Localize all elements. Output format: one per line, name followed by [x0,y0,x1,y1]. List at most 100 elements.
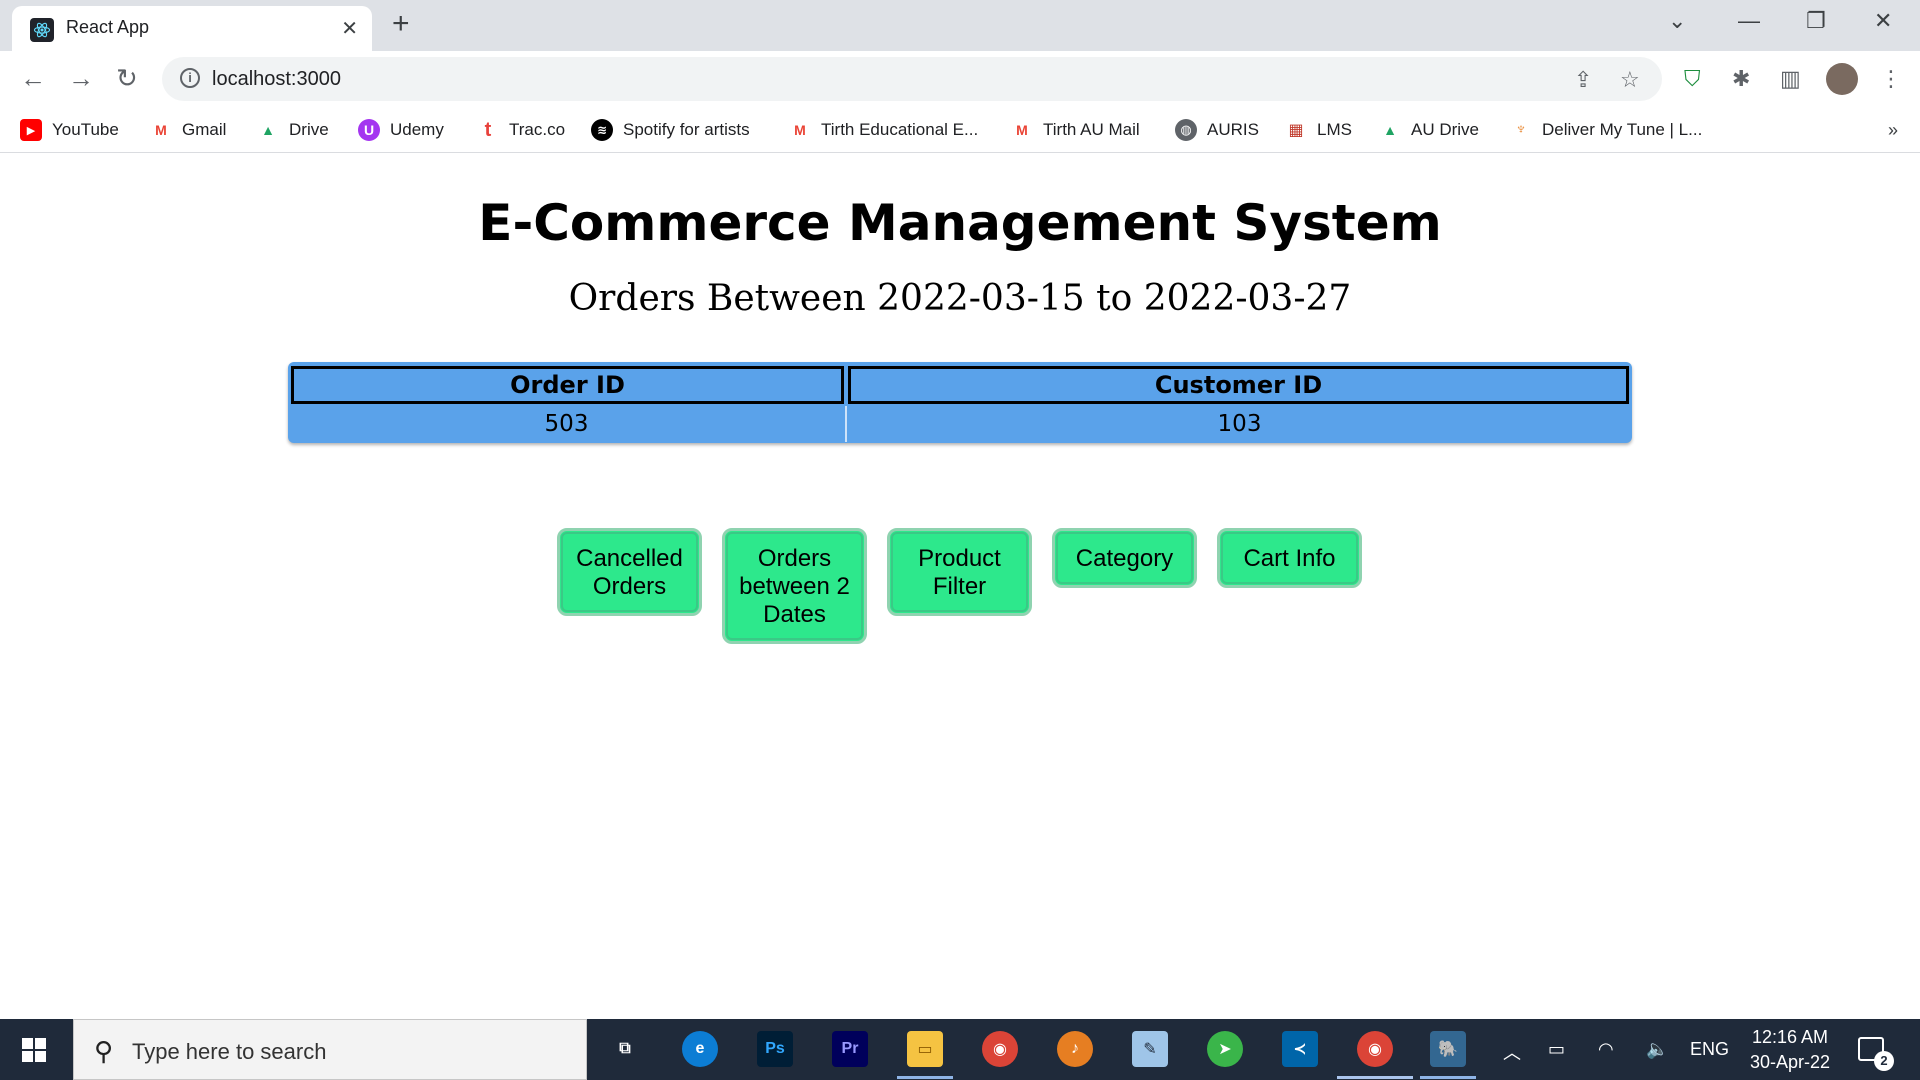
react-icon [30,18,54,42]
photoshop-icon[interactable]: Ps [757,1031,793,1067]
lms-icon: ▦ [1288,122,1304,139]
column-header-order-id: Order ID [291,366,844,404]
edge-icon[interactable]: e [682,1031,718,1067]
bookmark-tirth-educational[interactable]: M Tirth Educational E... [789,116,978,144]
bookmark-label: Tirth AU Mail [1043,120,1140,139]
postgresql-running-indicator [1420,1076,1476,1079]
spotify-icon: ≋ [591,119,613,141]
postgresql-icon[interactable]: 🐘 [1430,1031,1466,1067]
tab-strip: React App ✕ + ⌄ — ❐ ✕ [0,0,1920,51]
notes-app-icon[interactable]: ✎ [1132,1031,1168,1067]
bookmark-label: Udemy [390,120,444,139]
url-text[interactable]: localhost:3000 [212,68,341,91]
trac-icon: t [484,118,492,141]
product-filter-button[interactable]: Product Filter [887,528,1032,616]
forward-icon[interactable]: → [68,63,94,93]
bookmark-label: AU Drive [1411,120,1480,139]
action-buttons: Cancelled Orders Orders between 2 Dates … [557,528,1362,644]
search-input[interactable]: Type here to search [132,1039,326,1065]
restore-icon[interactable]: ❐ [1806,8,1826,34]
share-icon[interactable]: ⇪ [1574,67,1592,93]
orders-table: Order ID Customer ID 503 103 [288,362,1632,443]
clock-time: 12:16 AM [1751,1027,1829,1047]
bookmark-lms[interactable]: ▦ LMS [1285,116,1352,144]
udemy-icon: U [358,119,380,141]
volume-icon[interactable]: 🔈 [1646,1039,1668,1060]
language-indicator[interactable]: ENG [1690,1039,1729,1060]
drive-icon: ▲ [1383,122,1397,138]
minimize-icon[interactable]: — [1738,8,1760,34]
gmail-icon: M [1016,122,1028,138]
chrome-icon[interactable]: ◉ [982,1031,1018,1067]
clock[interactable]: 12:16 AM 30-Apr-22 [1740,1025,1840,1075]
bookmark-star-icon[interactable]: ☆ [1620,67,1640,93]
menu-icon[interactable]: ⋮ [1880,66,1902,92]
windows-start-icon[interactable] [22,1038,46,1062]
vscode-icon[interactable]: ≺ [1282,1031,1318,1067]
bookmark-youtube[interactable]: ▶ YouTube [20,116,119,144]
show-hidden-icons-icon[interactable]: ︿ [1503,1039,1521,1065]
side-panel-icon[interactable]: ▥ [1780,66,1801,92]
tab-search-icon[interactable]: ⌄ [1668,8,1686,34]
address-bar[interactable]: i localhost:3000 ⇪ ☆ [162,57,1662,101]
bookmark-gmail[interactable]: M Gmail [150,116,226,144]
bookmark-auris[interactable]: ◍ AURIS [1175,116,1259,144]
category-button[interactable]: Category [1052,528,1197,588]
bookmark-label: YouTube [52,120,119,139]
close-window-icon[interactable]: ✕ [1874,8,1892,34]
orders-between-dates-button[interactable]: Orders between 2 Dates [722,528,867,644]
bookmark-label: Spotify for artists [623,120,750,139]
tab-title: React App [66,17,150,37]
table-cell-customer-id: 103 [1217,411,1262,437]
bookmark-label: Trac.co [509,120,566,139]
new-tab-icon[interactable]: + [392,8,410,40]
browser-tab[interactable]: React App ✕ [12,6,372,51]
browser-toolbar: ← → ↻ i localhost:3000 ⇪ ☆ ⛉ ✱ ▥ ⋮ [0,51,1920,108]
back-icon[interactable]: ← [20,63,46,93]
notification-count-badge: 2 [1874,1051,1894,1071]
more-bookmarks-icon[interactable]: » [1888,120,1898,141]
bookmark-label: Tirth Educational E... [821,120,979,139]
deliver-my-tune-icon: ♆ [1515,121,1527,138]
shield-icon[interactable]: ⛉ [1684,66,1701,92]
bookmark-label: Gmail [182,120,227,139]
bookmark-label: Drive [289,120,329,139]
page-content: E-Commerce Management System Orders Betw… [0,154,1920,1019]
chrome-active-icon[interactable]: ◉ [1357,1031,1393,1067]
fl-studio-icon[interactable]: ♪ [1057,1031,1093,1067]
bookmark-drive[interactable]: ▲ Drive [257,116,329,144]
bookmark-label: LMS [1317,120,1352,139]
avatar[interactable] [1826,63,1858,95]
bookmark-spotify[interactable]: ≋ Spotify for artists [591,116,750,144]
taskbar: ⚲ Type here to search ⧉ e Ps Pr ▭ ◉ ♪ ✎ … [0,1019,1920,1080]
cancelled-orders-button[interactable]: Cancelled Orders [557,528,702,616]
taskbar-search[interactable]: ⚲ Type here to search [73,1019,587,1080]
gmail-icon: M [794,122,806,138]
task-view-icon[interactable]: ⧉ [607,1031,643,1067]
bookmark-tirth-au-mail[interactable]: M Tirth AU Mail [1011,116,1140,144]
bookmark-deliver-my-tune[interactable]: ♆ Deliver My Tune | L... [1510,116,1702,144]
bookmark-trac[interactable]: t Trac.co [477,116,565,144]
bookmarks-bar: ▶ YouTube M Gmail ▲ Drive U Udemy t Trac.co ≋… [0,108,1920,153]
bookmark-label: Deliver My Tune | L... [1542,120,1703,139]
gmail-icon: M [155,122,167,138]
site-info-icon[interactable]: i [180,68,200,88]
page-title: E-Commerce Management System [478,194,1442,252]
bookmark-au-drive[interactable]: ▲ AU Drive [1379,116,1479,144]
extensions-icon[interactable]: ✱ [1732,66,1750,92]
bookmark-label: AURIS [1207,120,1259,139]
file-explorer-icon[interactable]: ▭ [907,1031,943,1067]
explorer-running-indicator [897,1076,953,1079]
drive-icon: ▲ [261,122,275,138]
premiere-icon[interactable]: Pr [832,1031,868,1067]
cart-info-button[interactable]: Cart Info [1217,528,1362,588]
globe-icon: ◍ [1175,119,1197,141]
youtube-icon: ▶ [20,119,42,141]
send-app-icon[interactable]: ➤ [1207,1031,1243,1067]
reload-icon[interactable]: ↻ [116,63,138,93]
wifi-icon[interactable]: ◠ [1598,1039,1614,1060]
close-tab-icon[interactable]: ✕ [341,16,358,41]
search-icon: ⚲ [94,1036,114,1066]
battery-icon[interactable]: ▭ [1548,1039,1565,1060]
bookmark-udemy[interactable]: U Udemy [358,116,444,144]
